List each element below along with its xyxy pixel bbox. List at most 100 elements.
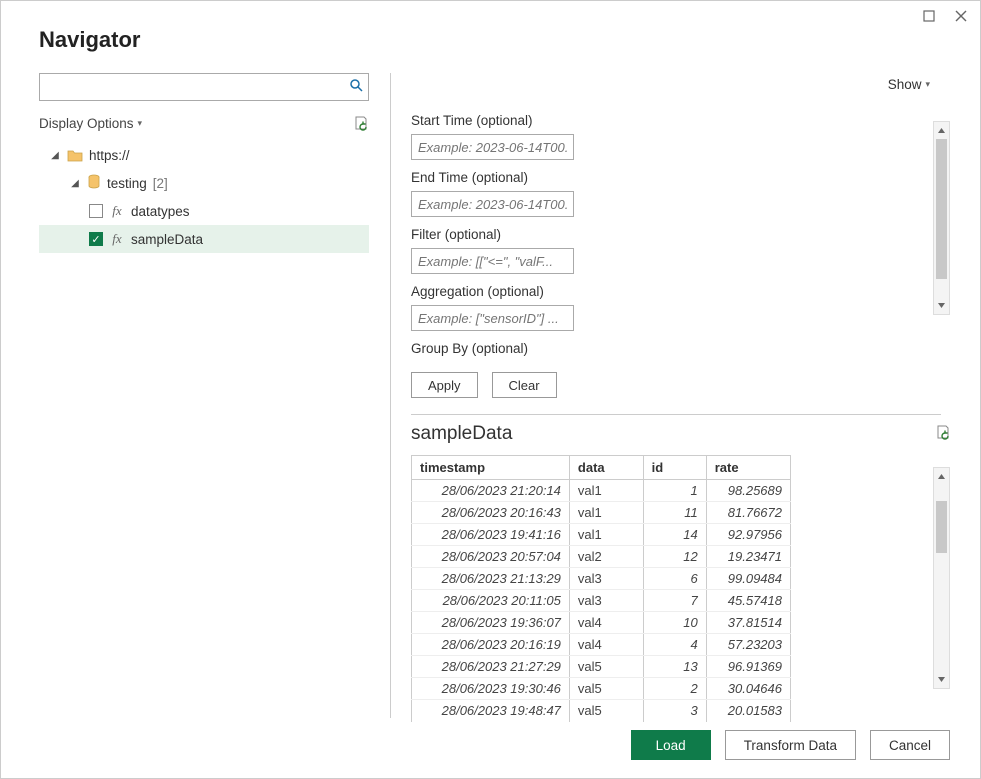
search-icon[interactable] bbox=[344, 79, 368, 95]
cell-id: 14 bbox=[643, 524, 706, 546]
search-box[interactable] bbox=[39, 73, 369, 101]
params-scrollbar[interactable] bbox=[933, 121, 950, 315]
tree-node-testing[interactable]: ◢ testing [2] bbox=[39, 169, 369, 197]
cell-id: 7 bbox=[643, 590, 706, 612]
fx-icon: fx bbox=[109, 231, 125, 247]
collapse-icon[interactable]: ◢ bbox=[69, 178, 81, 189]
cell-data: val5 bbox=[569, 678, 643, 700]
cell-data: val1 bbox=[569, 480, 643, 502]
table-row[interactable]: 28/06/2023 20:11:05val3745.57418 bbox=[412, 590, 791, 612]
right-panel: Show ▾ Start Time (optional) End Time (o… bbox=[391, 73, 960, 718]
close-icon[interactable] bbox=[952, 7, 970, 25]
cell-rate: 19.23471 bbox=[706, 546, 790, 568]
folder-icon bbox=[67, 148, 83, 162]
section-divider bbox=[411, 414, 941, 415]
checkbox-checked[interactable]: ✓ bbox=[89, 232, 103, 246]
end-time-label: End Time (optional) bbox=[411, 170, 960, 185]
groupby-label: Group By (optional) bbox=[411, 341, 960, 356]
display-options-label: Display Options bbox=[39, 116, 134, 131]
cell-id: 4 bbox=[643, 634, 706, 656]
tree-leaf-sampledata[interactable]: ✓ fx sampleData bbox=[39, 225, 369, 253]
table-row[interactable]: 28/06/2023 21:20:14val1198.25689 bbox=[412, 480, 791, 502]
scroll-down-icon[interactable] bbox=[934, 297, 949, 314]
cell-timestamp: 28/06/2023 20:16:19 bbox=[412, 634, 570, 656]
display-options-button[interactable]: Display Options ▾ bbox=[39, 116, 142, 131]
table-row[interactable]: 28/06/2023 19:48:47val5320.01583 bbox=[412, 700, 791, 722]
load-button[interactable]: Load bbox=[631, 730, 711, 760]
fx-icon: fx bbox=[109, 203, 125, 219]
scroll-up-icon[interactable] bbox=[934, 122, 949, 139]
cell-data: val3 bbox=[569, 568, 643, 590]
navigation-tree: ◢ https:// ◢ testing [2] fx bbox=[39, 141, 369, 253]
refresh-icon[interactable] bbox=[935, 424, 951, 445]
col-header-rate[interactable]: rate bbox=[706, 456, 790, 480]
start-time-label: Start Time (optional) bbox=[411, 113, 960, 128]
cell-data: val1 bbox=[569, 524, 643, 546]
dialog-footer: Load Transform Data Cancel bbox=[631, 730, 950, 760]
aggregation-label: Aggregation (optional) bbox=[411, 284, 960, 299]
cell-timestamp: 28/06/2023 19:41:16 bbox=[412, 524, 570, 546]
cell-timestamp: 28/06/2023 21:13:29 bbox=[412, 568, 570, 590]
cell-timestamp: 28/06/2023 20:57:04 bbox=[412, 546, 570, 568]
col-header-id[interactable]: id bbox=[643, 456, 706, 480]
show-dropdown[interactable]: Show ▾ bbox=[888, 77, 930, 92]
table-row[interactable]: 28/06/2023 20:16:43val11181.76672 bbox=[412, 502, 791, 524]
checkbox-unchecked[interactable] bbox=[89, 204, 103, 218]
cell-timestamp: 28/06/2023 19:36:07 bbox=[412, 612, 570, 634]
scroll-up-icon[interactable] bbox=[934, 468, 949, 485]
table-row[interactable]: 28/06/2023 19:36:07val41037.81514 bbox=[412, 612, 791, 634]
cell-rate: 96.91369 bbox=[706, 656, 790, 678]
apply-button[interactable]: Apply bbox=[411, 372, 478, 398]
cell-id: 12 bbox=[643, 546, 706, 568]
cell-id: 2 bbox=[643, 678, 706, 700]
table-row[interactable]: 28/06/2023 20:16:19val4457.23203 bbox=[412, 634, 791, 656]
col-header-timestamp[interactable]: timestamp bbox=[412, 456, 570, 480]
filter-input[interactable] bbox=[411, 248, 574, 274]
cell-rate: 20.01583 bbox=[706, 700, 790, 722]
maximize-icon[interactable] bbox=[920, 7, 938, 25]
scroll-thumb[interactable] bbox=[936, 139, 947, 279]
tree-leaf-datatypes[interactable]: fx datatypes bbox=[39, 197, 369, 225]
aggregation-input[interactable] bbox=[411, 305, 574, 331]
table-row[interactable]: 28/06/2023 21:27:29val51396.91369 bbox=[412, 656, 791, 678]
cell-id: 13 bbox=[643, 656, 706, 678]
cell-timestamp: 28/06/2023 19:48:47 bbox=[412, 700, 570, 722]
clear-button[interactable]: Clear bbox=[492, 372, 557, 398]
cancel-button[interactable]: Cancel bbox=[870, 730, 950, 760]
cell-data: val5 bbox=[569, 656, 643, 678]
preview-scrollbar[interactable] bbox=[933, 467, 950, 689]
refresh-icon[interactable] bbox=[353, 115, 369, 131]
filter-label: Filter (optional) bbox=[411, 227, 960, 242]
cell-rate: 81.76672 bbox=[706, 502, 790, 524]
table-row[interactable]: 28/06/2023 21:13:29val3699.09484 bbox=[412, 568, 791, 590]
parameter-form: Start Time (optional) End Time (optional… bbox=[411, 109, 960, 398]
col-header-data[interactable]: data bbox=[569, 456, 643, 480]
cell-timestamp: 28/06/2023 21:20:14 bbox=[412, 480, 570, 502]
table-row[interactable]: 28/06/2023 19:30:46val5230.04646 bbox=[412, 678, 791, 700]
cell-rate: 98.25689 bbox=[706, 480, 790, 502]
cell-rate: 45.57418 bbox=[706, 590, 790, 612]
cell-timestamp: 28/06/2023 19:30:46 bbox=[412, 678, 570, 700]
tree-label: sampleData bbox=[131, 232, 203, 247]
table-row[interactable]: 28/06/2023 20:57:04val21219.23471 bbox=[412, 546, 791, 568]
cell-data: val1 bbox=[569, 502, 643, 524]
cell-id: 10 bbox=[643, 612, 706, 634]
end-time-input[interactable] bbox=[411, 191, 574, 217]
tree-label: testing bbox=[107, 176, 147, 191]
tree-node-root[interactable]: ◢ https:// bbox=[39, 141, 369, 169]
start-time-input[interactable] bbox=[411, 134, 574, 160]
cell-data: val5 bbox=[569, 700, 643, 722]
navigator-dialog: Navigator Display Options ▾ bbox=[0, 0, 981, 779]
search-input[interactable] bbox=[40, 74, 344, 100]
transform-data-button[interactable]: Transform Data bbox=[725, 730, 856, 760]
table-row[interactable]: 28/06/2023 19:41:16val11492.97956 bbox=[412, 524, 791, 546]
preview-table: timestamp data id rate 28/06/2023 21:20:… bbox=[411, 455, 791, 722]
cell-timestamp: 28/06/2023 20:11:05 bbox=[412, 590, 570, 612]
scroll-down-icon[interactable] bbox=[934, 671, 949, 688]
cell-data: val4 bbox=[569, 612, 643, 634]
cell-timestamp: 28/06/2023 21:27:29 bbox=[412, 656, 570, 678]
cell-rate: 57.23203 bbox=[706, 634, 790, 656]
tree-label: datatypes bbox=[131, 204, 190, 219]
scroll-thumb[interactable] bbox=[936, 501, 947, 553]
collapse-icon[interactable]: ◢ bbox=[49, 150, 61, 161]
